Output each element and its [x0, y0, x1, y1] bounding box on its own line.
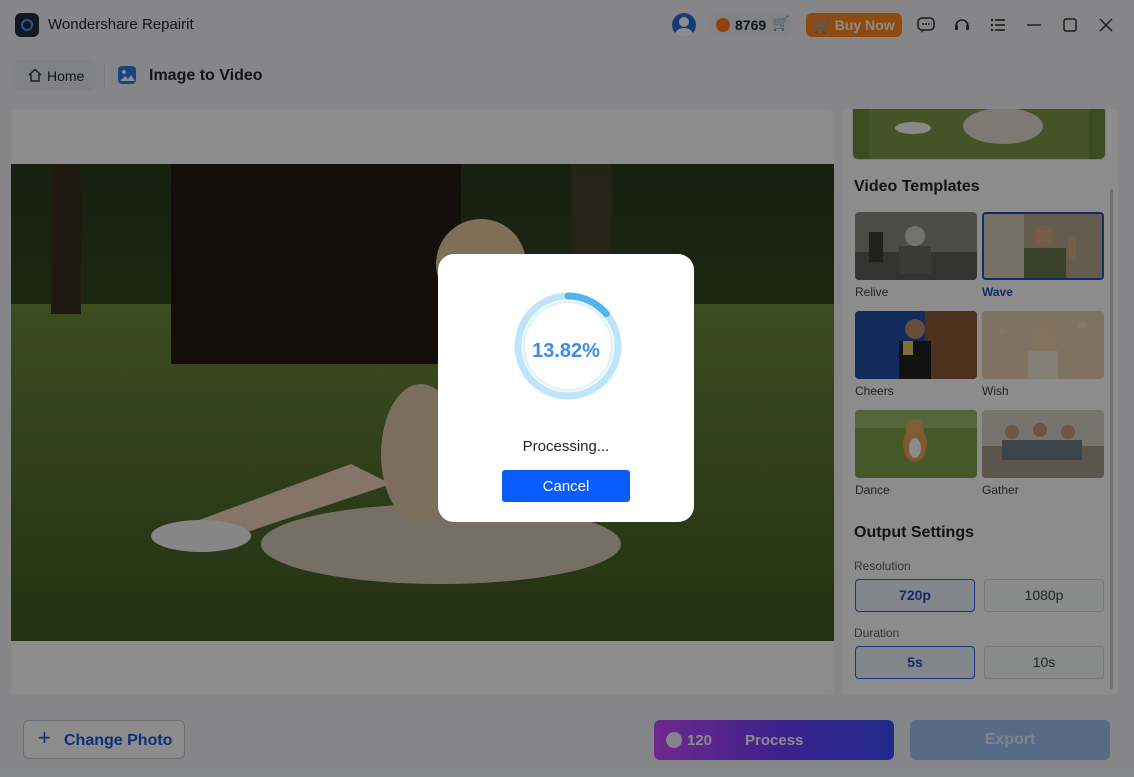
- cancel-button[interactable]: Cancel: [502, 470, 630, 502]
- progress-percent: 13.82%: [532, 340, 600, 362]
- processing-dialog: 13.82% Processing... Cancel: [438, 254, 694, 522]
- processing-status: Processing...: [522, 438, 610, 455]
